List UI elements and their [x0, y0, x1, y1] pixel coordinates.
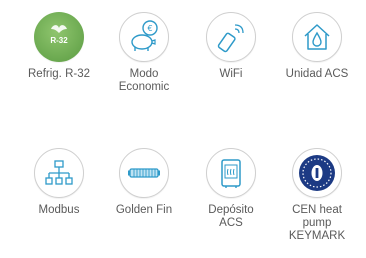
feature-label: Modo Economic — [119, 68, 170, 94]
feature-label-line: Modo — [129, 68, 159, 80]
coin-euro-symbol: € — [147, 24, 152, 33]
wifi-remote-icon — [206, 12, 256, 62]
features-grid: R-32 Refrig. R-32 € Modo Economic WiFi U… — [0, 0, 366, 258]
feature-label-line: KEYMARK — [288, 230, 346, 242]
feature-label: Depósito ACS — [208, 204, 253, 230]
feature-keymark: CEN heat pump KEYMARK — [271, 148, 363, 243]
feature-economic-mode: € Modo Economic — [98, 12, 190, 94]
feature-label: CEN heat pump KEYMARK — [289, 204, 345, 243]
feature-label-line: Economic — [118, 81, 170, 93]
feature-label: Golden Fin — [116, 204, 172, 217]
feature-label-line: Modbus — [38, 204, 80, 216]
feature-refrigerant: R-32 Refrig. R-32 — [13, 12, 105, 81]
feature-label-line: WiFi — [219, 68, 243, 80]
modbus-network-icon — [34, 148, 84, 198]
feature-dhw-unit: Unidad ACS — [271, 12, 363, 81]
feature-label-line: Unidad ACS — [285, 68, 349, 80]
feature-label-line: ACS — [219, 217, 243, 229]
refrigerant-badge-text: R-32 — [50, 36, 68, 45]
feature-wifi: WiFi — [185, 12, 277, 81]
refrigerant-leaf-icon: R-32 — [34, 12, 84, 62]
feature-label: Unidad ACS — [286, 68, 349, 81]
water-tank-icon — [206, 148, 256, 198]
feature-modbus: Modbus — [13, 148, 105, 217]
feature-label-line: pump — [302, 217, 332, 229]
keymark-certification-icon — [292, 148, 342, 198]
feature-label-line: Golden Fin — [115, 204, 173, 216]
piggy-bank-euro-icon: € — [119, 12, 169, 62]
feature-dhw-tank: Depósito ACS — [185, 148, 277, 230]
house-water-drop-icon — [292, 12, 342, 62]
feature-label-line: CEN heat — [292, 204, 342, 216]
golden-fin-icon — [119, 148, 169, 198]
feature-golden-fin: Golden Fin — [98, 148, 190, 217]
feature-label-line: Depósito — [208, 204, 254, 216]
feature-label-line: Refrig. R-32 — [28, 68, 90, 80]
feature-label: Refrig. R-32 — [28, 68, 90, 81]
feature-label: Modbus — [39, 204, 80, 217]
feature-label: WiFi — [220, 68, 243, 81]
